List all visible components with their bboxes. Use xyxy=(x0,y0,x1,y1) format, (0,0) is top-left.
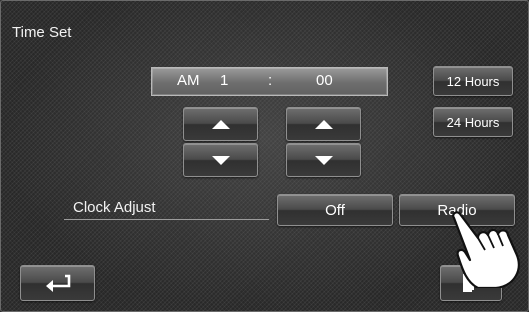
hand-pointer-icon xyxy=(452,211,520,288)
minute-value: 00 xyxy=(316,72,333,89)
triangle-down-icon xyxy=(314,155,333,165)
hour-down-button[interactable] xyxy=(183,143,258,177)
24-hours-button[interactable]: 24 Hours xyxy=(433,107,513,137)
time-display: AM 1 : 00 xyxy=(151,67,388,96)
clock-adjust-underline xyxy=(64,219,269,220)
minute-up-button[interactable] xyxy=(286,107,361,141)
ampm-value: AM xyxy=(177,72,200,89)
time-set-screen: Time Set AM 1 : 00 12 Hours 24 Hours Clo… xyxy=(0,0,529,312)
clock-adjust-off-button[interactable]: Off xyxy=(277,194,393,226)
triangle-up-icon xyxy=(314,119,333,129)
time-separator: : xyxy=(268,72,273,89)
triangle-down-icon xyxy=(211,155,230,165)
clock-adjust-label: Clock Adjust xyxy=(73,199,156,216)
minute-down-button[interactable] xyxy=(286,143,361,177)
triangle-up-icon xyxy=(211,119,230,129)
return-arrow-icon xyxy=(45,274,70,292)
12-hours-button[interactable]: 12 Hours xyxy=(433,66,513,96)
page-title: Time Set xyxy=(12,24,72,41)
hour-up-button[interactable] xyxy=(183,107,258,141)
back-button[interactable] xyxy=(20,265,95,301)
hour-value: 1 xyxy=(220,72,229,89)
